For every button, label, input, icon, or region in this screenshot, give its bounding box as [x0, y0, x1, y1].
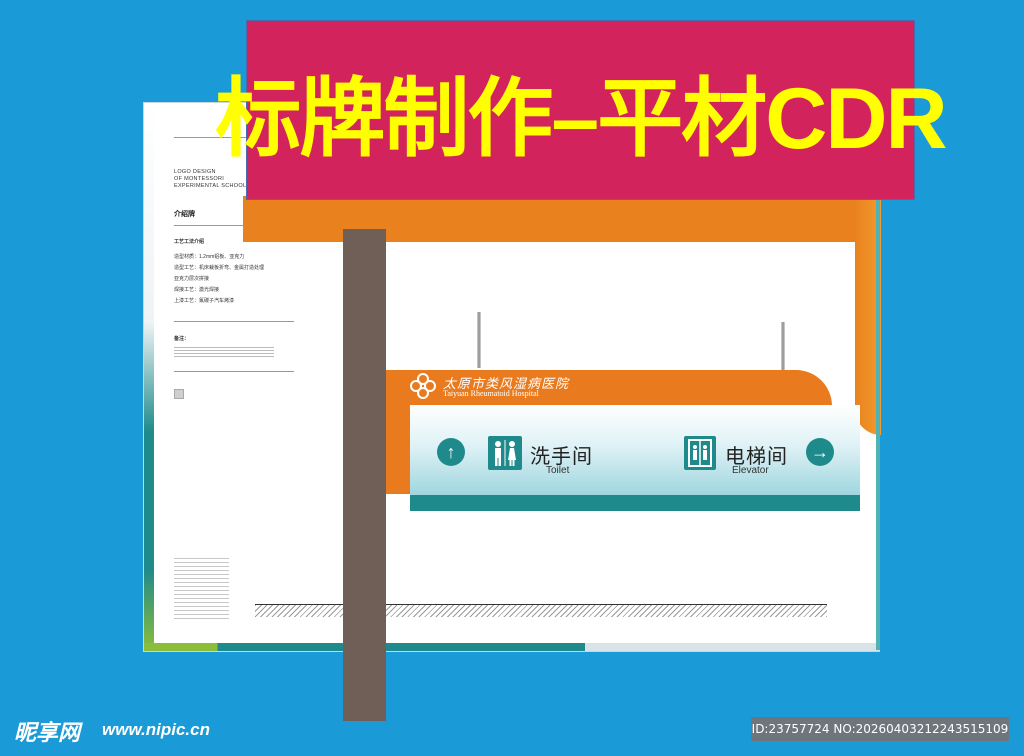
spec-line: 造型材质：1.2mm铝板、亚克力 [174, 254, 245, 260]
toilet-label-en: Toilet [546, 465, 570, 476]
elevator-label-en: Elevator [732, 465, 769, 476]
spec-line: 焊接工艺：激光焊接 [174, 287, 220, 293]
headline-banner: 标牌制作–平材CDR [215, 20, 948, 200]
document-divider [174, 321, 294, 322]
direction-sign-base [410, 495, 860, 511]
restroom-icon [488, 436, 522, 470]
orange-frame-top [243, 196, 878, 242]
spec-line: 造型工艺：机床裁板折弯、金属打造处理 [174, 265, 265, 271]
spec-line: 上漆工艺：氟碳子汽车烤漆 [174, 298, 235, 304]
floor-hatch-line [255, 604, 827, 617]
logo-line: EXPERIMENTAL SCHOOL [174, 183, 247, 189]
frame-edge [876, 200, 880, 650]
watermark-site-name: 昵享网 [14, 720, 81, 745]
watermark-url[interactable]: www.nipic.cn [102, 720, 210, 740]
elevator-icon [684, 436, 716, 470]
watermark-image-id: ID:23757724 NO:20260403212243515109 [751, 717, 1009, 741]
direction-sign-panel [410, 405, 860, 495]
document-stamp-mark [174, 389, 184, 399]
sign-post [343, 229, 386, 721]
hanging-rod [477, 312, 481, 368]
spec-line: 亚克力层次拼接 [174, 276, 210, 282]
document-divider [174, 371, 294, 372]
document-bottom-stripe [144, 643, 879, 651]
document-title: 介绍牌 [174, 211, 195, 218]
note-heading: 备注： [174, 336, 190, 342]
hospital-name-en: Taiyuan Rheumatoid Hospital [443, 389, 539, 398]
right-arrow-icon: → [806, 438, 834, 466]
document-side-stripe [144, 103, 154, 651]
banner-title: 标牌制作–平材CDR [215, 70, 947, 167]
logo-line: OF MONTESSORI [174, 176, 225, 182]
note-text-block [174, 345, 274, 359]
up-arrow-icon: ↑ [437, 438, 465, 466]
spec-heading: 工艺工法介绍 [174, 239, 205, 245]
hospital-logo-icon [410, 373, 436, 399]
document-paragraph-block [174, 555, 229, 621]
